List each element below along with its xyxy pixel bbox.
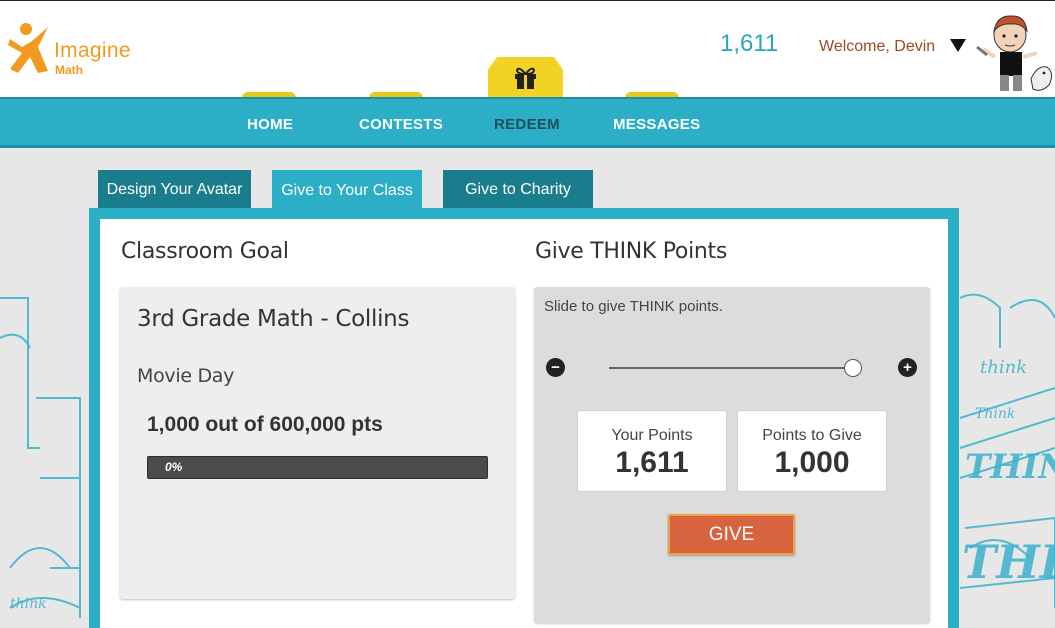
user-avatar[interactable] [975, 9, 1055, 97]
classroom-goal-title: Classroom Goal [121, 239, 289, 264]
give-button[interactable]: GIVE [668, 514, 795, 555]
points-to-give-value: 1,000 [774, 446, 850, 479]
svg-text:THIN: THIN [962, 535, 1055, 589]
classroom-goal-card [120, 287, 515, 599]
goal-progress-text: 1,000 out of 600,000 pts [147, 413, 383, 436]
nav-home[interactable]: HOME [247, 116, 293, 133]
points-slider-handle[interactable] [844, 359, 862, 377]
logo-wordmark: Imagine [54, 39, 131, 62]
goal-progress-percent: 0% [165, 460, 183, 474]
points-to-give-box: Points to Give 1,000 [737, 410, 887, 492]
your-points-value: 1,611 [615, 446, 689, 479]
points-to-give-label: Points to Give [762, 427, 862, 444]
slide-hint: Slide to give THINK points. [544, 298, 723, 315]
goal-name: Movie Day [137, 365, 235, 387]
goal-progress-bar: 0% [147, 456, 488, 479]
minus-icon[interactable]: − [546, 358, 565, 377]
class-name: 3rd Grade Math - Collins [137, 306, 410, 332]
tab-design-avatar[interactable]: Design Your Avatar [98, 170, 251, 209]
tab-give-to-charity[interactable]: Give to Charity [443, 170, 593, 209]
nav-contests[interactable]: CONTESTS [359, 116, 443, 133]
svg-text:think: think [980, 357, 1027, 378]
caret-down-icon[interactable] [950, 39, 966, 52]
nav-messages[interactable]: MESSAGES [613, 116, 700, 133]
tab-give-to-class[interactable]: Give to Your Class [272, 170, 422, 211]
gift-icon [515, 67, 536, 89]
logo-subtitle: Math [55, 63, 83, 77]
points-total: 1,611 [720, 30, 779, 57]
give-points-title: Give THINK Points [535, 239, 728, 264]
your-points-label: Your Points [611, 427, 693, 444]
svg-text:think: think [10, 596, 47, 612]
svg-text:THINK: THINK [965, 447, 1055, 487]
points-slider-track[interactable] [609, 367, 853, 369]
welcome-text[interactable]: Welcome, Devin [819, 38, 935, 56]
your-points-box: Your Points 1,611 [577, 410, 727, 492]
plus-icon[interactable]: + [898, 358, 917, 377]
nav-redeem[interactable]: REDEEM [494, 116, 560, 133]
svg-text:Think: Think [975, 406, 1015, 422]
